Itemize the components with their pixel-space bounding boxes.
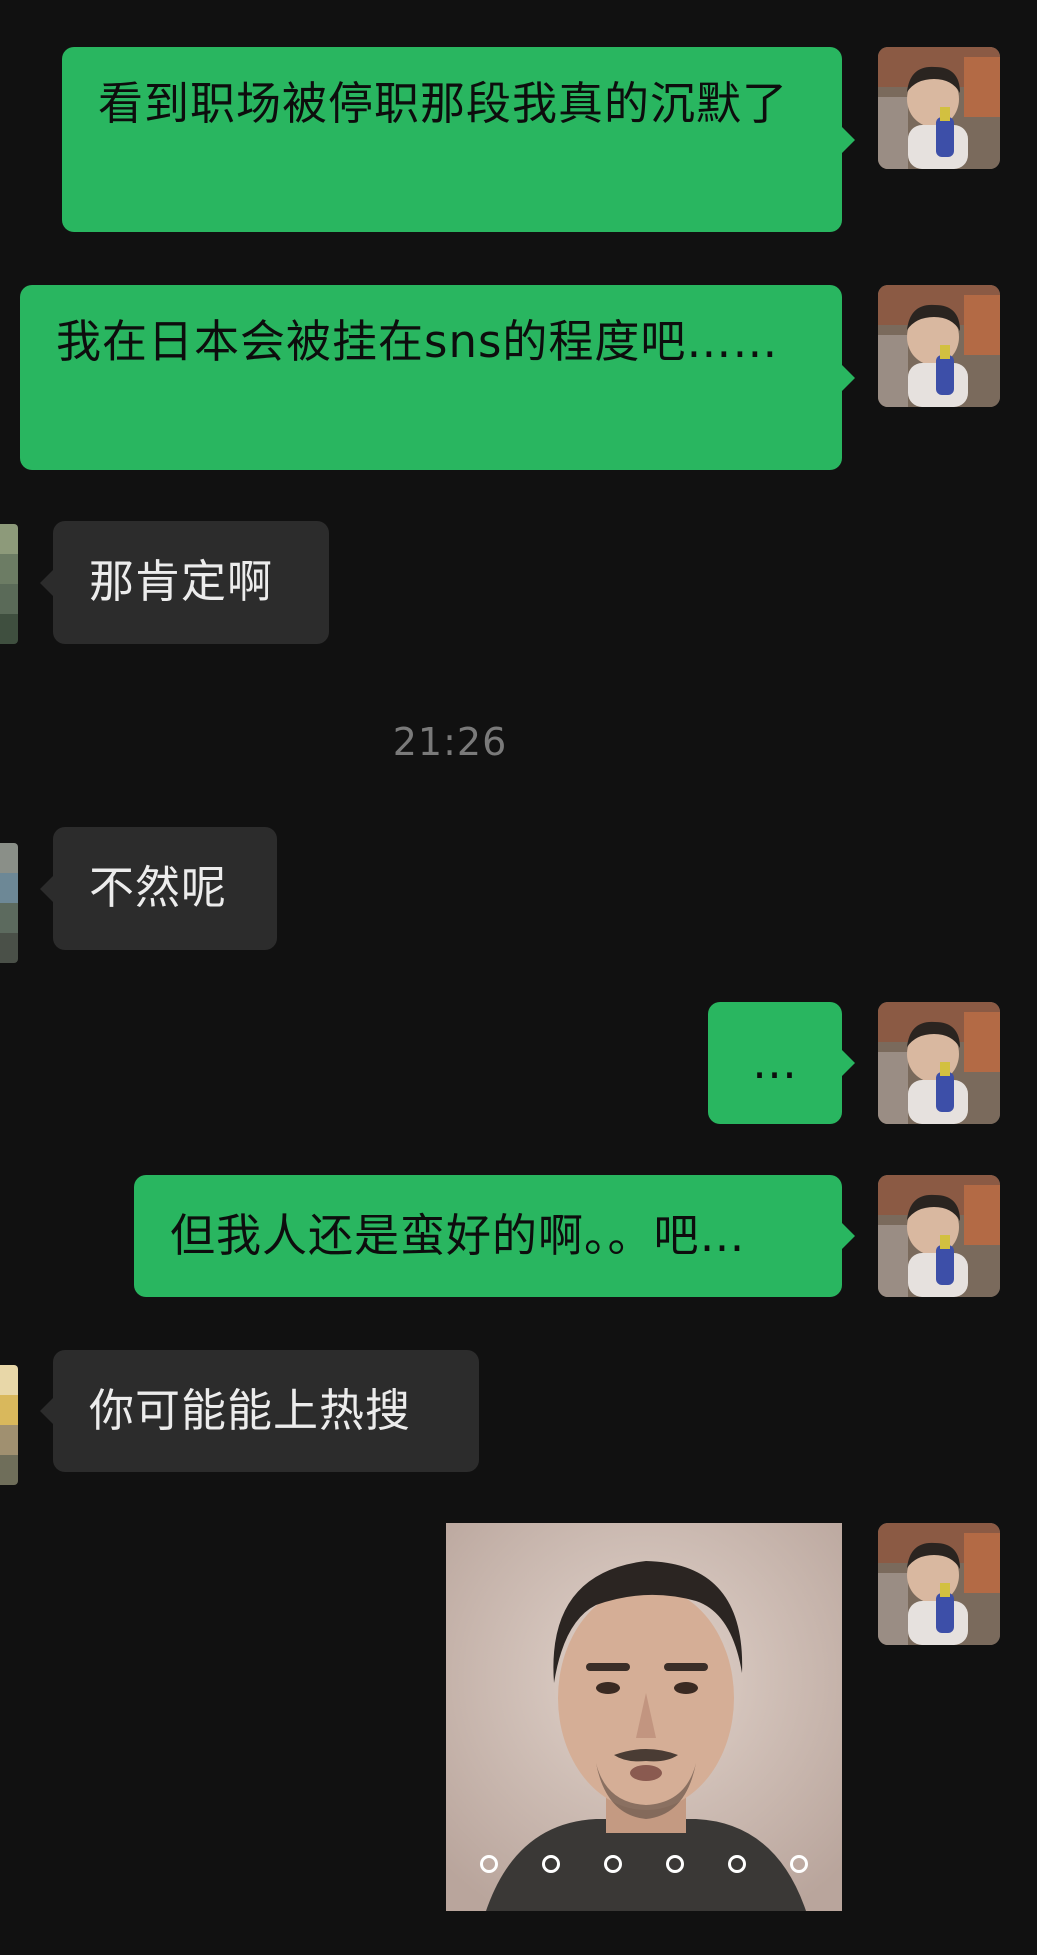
- carousel-page-indicator[interactable]: [446, 1855, 842, 1873]
- toddler-avatar-icon: [878, 1523, 1000, 1645]
- my-avatar[interactable]: [878, 1523, 1000, 1645]
- received-message-bubble[interactable]: 那肯定啊: [40, 521, 329, 644]
- message-text: 我在日本会被挂在sns的程度吧……: [56, 315, 779, 368]
- received-message-bubble[interactable]: 不然呢: [40, 827, 277, 950]
- message-text: 那肯定啊: [89, 555, 274, 608]
- toddler-avatar-icon: [878, 1175, 1000, 1297]
- toddler-avatar-icon: [878, 47, 1000, 169]
- page-dot[interactable]: [666, 1855, 684, 1873]
- my-avatar[interactable]: [878, 1175, 1000, 1297]
- contact-avatar[interactable]: [0, 524, 18, 644]
- message-text: …: [752, 1036, 798, 1089]
- my-avatar[interactable]: [878, 1002, 1000, 1124]
- message-text: 你可能能上热搜: [89, 1384, 412, 1437]
- page-dot[interactable]: [728, 1855, 746, 1873]
- my-avatar[interactable]: [878, 47, 1000, 169]
- message-text: 不然呢: [89, 861, 228, 914]
- message-text: 看到职场被停职那段我真的沉默了: [98, 77, 789, 130]
- man-portrait-image: [446, 1523, 842, 1911]
- toddler-avatar-icon: [878, 1002, 1000, 1124]
- sent-message-bubble[interactable]: 我在日本会被挂在sns的程度吧……: [20, 285, 855, 470]
- my-avatar[interactable]: [878, 285, 1000, 407]
- page-dot[interactable]: [790, 1855, 808, 1873]
- contact-avatar[interactable]: [0, 1365, 18, 1485]
- page-dot[interactable]: [604, 1855, 622, 1873]
- sent-message-bubble[interactable]: 看到职场被停职那段我真的沉默了: [62, 47, 855, 232]
- page-dot[interactable]: [542, 1855, 560, 1873]
- contact-avatar[interactable]: [0, 843, 18, 963]
- toddler-avatar-icon: [878, 285, 1000, 407]
- sent-image-message[interactable]: [446, 1523, 842, 1911]
- sent-message-bubble[interactable]: 但我人还是蛮好的啊。。吧…: [134, 1175, 855, 1297]
- chat-timestamp: 21:26: [392, 720, 508, 764]
- page-dot[interactable]: [480, 1855, 498, 1873]
- message-text: 但我人还是蛮好的啊。。吧…: [170, 1209, 746, 1262]
- received-message-bubble[interactable]: 你可能能上热搜: [40, 1350, 479, 1472]
- sent-message-bubble[interactable]: …: [708, 1002, 855, 1124]
